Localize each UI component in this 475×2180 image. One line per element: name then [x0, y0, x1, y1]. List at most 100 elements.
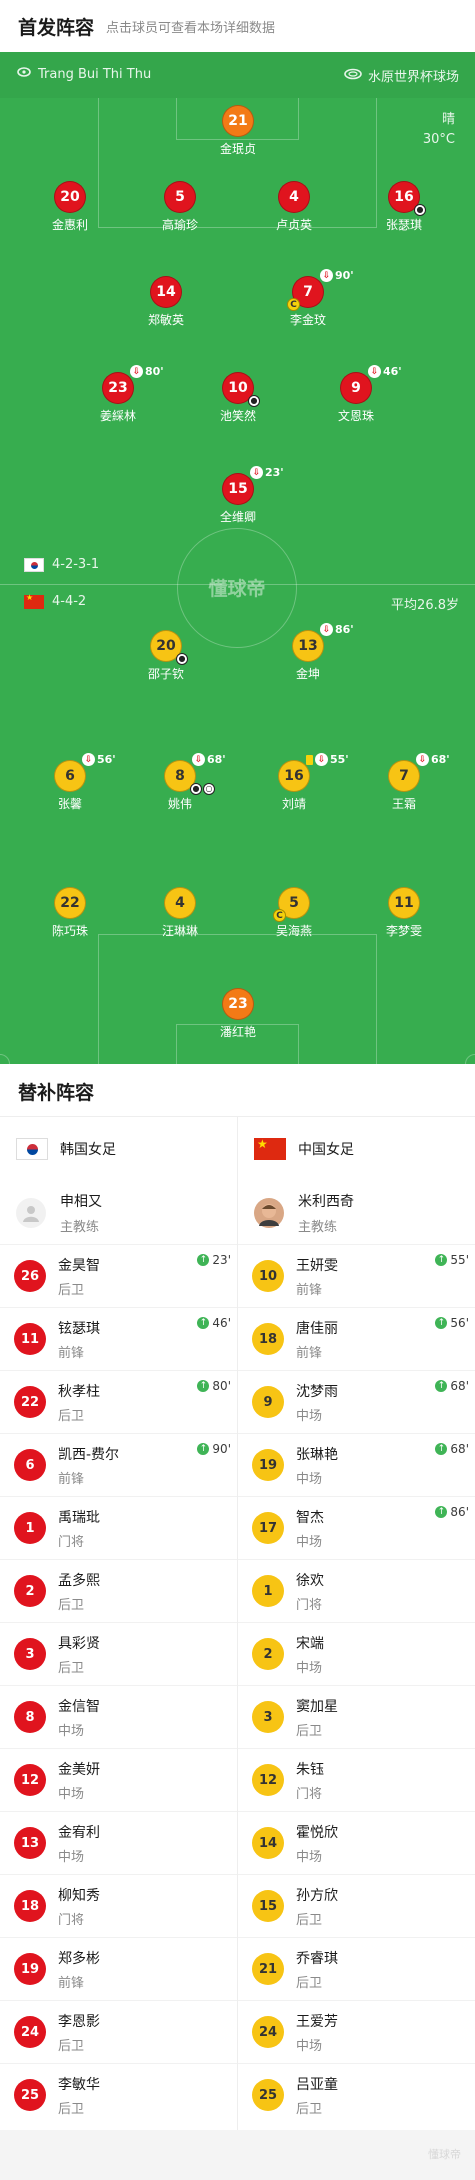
player-position: 中场 [58, 1849, 85, 1865]
away-player[interactable]: 13 ⇩ 86' 金坤 [263, 623, 354, 682]
player-number: 6 ⇩ 56' [54, 753, 116, 792]
player-number-text: 13 [298, 638, 318, 654]
substitute-row[interactable]: 17 智杰 中场 ↑ 86' [238, 1496, 475, 1559]
whistle-icon [16, 66, 32, 82]
away-player[interactable]: 7 ⇩ 68' 王霜 [359, 753, 450, 812]
player-number: 26 [14, 1260, 46, 1292]
player-info: 宋端 中场 [296, 1633, 324, 1676]
substitute-row[interactable]: 12 金美妍 中场 [0, 1748, 237, 1811]
away-player[interactable]: 5 C 吴海燕 [249, 887, 339, 939]
substitute-row[interactable]: 2 宋端 中场 [238, 1622, 475, 1685]
coach-info: 申相又 主教练 [60, 1191, 102, 1235]
player-name: 金坤 [295, 667, 320, 681]
sub-off-indicator: ⇩ 46' [368, 365, 402, 378]
sub-time: 55' [450, 1253, 469, 1267]
away-player[interactable]: 20 ● 邵子钦 [121, 630, 211, 682]
away-player[interactable]: 16 ⇩ 55' 刘靖 [249, 753, 349, 812]
away-coach-row[interactable]: 米利西奇 主教练 [238, 1181, 475, 1244]
substitute-row[interactable]: 19 张琳艳 中场 ↑ 68' [238, 1433, 475, 1496]
assist-ball-icon: ○ [203, 783, 215, 795]
player-number-text: 10 [228, 380, 248, 396]
substitute-row[interactable]: 10 王妍雯 前锋 ↑ 55' [238, 1244, 475, 1307]
substitute-row[interactable]: 9 沈梦雨 中场 ↑ 68' [238, 1370, 475, 1433]
away-sub-list: 10 王妍雯 前锋 ↑ 55' 18 唐佳丽 前锋 ↑ 56' 9 沈梦雨 中场 ↑ 68' 19 张琳艳 中场 ↑… [238, 1244, 475, 2126]
player-info: 李恩影 后卫 [58, 2011, 100, 2054]
player-number: 25 [252, 2079, 284, 2111]
home-player[interactable]: 9 ⇩ 46' 文恩珠 [311, 365, 402, 424]
player-number: 12 [14, 1764, 46, 1796]
home-player[interactable]: 10 ● 池笑然 [193, 372, 283, 424]
captain-icon: C [287, 298, 300, 311]
coach-name: 申相又 [60, 1193, 102, 1210]
substitute-row[interactable]: 13 金宥利 中场 [0, 1811, 237, 1874]
home-player[interactable]: 15 ⇩ 23' 全维卿 [193, 466, 284, 525]
coach-role: 主教练 [60, 1219, 100, 1235]
player-info: 霍悦欣 中场 [296, 1822, 338, 1865]
home-player[interactable]: 16 ● 张瑟琪 [359, 181, 449, 233]
home-coach-row[interactable]: 申相又 主教练 [0, 1181, 237, 1244]
substitute-row[interactable]: 3 窦加星 后卫 [238, 1685, 475, 1748]
sub-on-icon: ↑ [197, 1254, 210, 1266]
sub-off-indicator: ⇩ 86' [320, 623, 354, 636]
player-position: 后卫 [58, 1282, 85, 1298]
player-position: 前锋 [58, 1975, 85, 1991]
substitute-row[interactable]: 26 金昊智 后卫 ↑ 23' [0, 1244, 237, 1307]
coach-name: 米利西奇 [298, 1193, 354, 1210]
away-player[interactable]: 22 陈巧珠 [25, 887, 115, 939]
sub-time: 80' [212, 1379, 231, 1393]
sub-off-icon: ⇩ [130, 365, 143, 378]
home-player[interactable]: 7 C ⇩ 90' 李金玟 [263, 269, 354, 328]
sub-time: 86' [335, 623, 354, 636]
away-player[interactable]: 6 ⇩ 56' 张馨 [25, 753, 116, 812]
substitute-row[interactable]: 25 李敏华 后卫 [0, 2063, 237, 2126]
away-player[interactable]: 11 李梦雯 [359, 887, 449, 939]
substitute-row[interactable]: 1 徐欢 门将 [238, 1559, 475, 1622]
home-player[interactable]: 5 高瑜珍 [135, 181, 225, 233]
substitute-row[interactable]: 15 孙方欣 后卫 [238, 1874, 475, 1937]
player-number: 1 [14, 1512, 46, 1544]
sub-time: 56' [97, 753, 116, 766]
player-number: 21 [252, 1953, 284, 1985]
substitute-row[interactable]: 2 孟多熙 后卫 [0, 1559, 237, 1622]
substitute-row[interactable]: 1 禹瑞玭 门将 [0, 1496, 237, 1559]
substitute-row[interactable]: 6 凯西-费尔 前锋 ↑ 90' [0, 1433, 237, 1496]
away-player[interactable]: 4 汪琳琳 [135, 887, 225, 939]
substitute-row[interactable]: 14 霍悦欣 中场 [238, 1811, 475, 1874]
substitute-row[interactable]: 18 柳知秀 门将 [0, 1874, 237, 1937]
home-team-row: 韩国女足 [0, 1117, 237, 1181]
substitute-row[interactable]: 18 唐佳丽 前锋 ↑ 56' [238, 1307, 475, 1370]
player-number-text: 5 [289, 895, 299, 911]
substitute-row[interactable]: 24 王爱芳 中场 [238, 2000, 475, 2063]
substitute-row[interactable]: 11 铉瑟琪 前锋 ↑ 46' [0, 1307, 237, 1370]
home-player[interactable]: 23 ⇩ 80' 姜綵林 [73, 365, 164, 424]
home-player[interactable]: 14 郑敏英 [121, 276, 211, 328]
player-name: 沈梦雨 [296, 1383, 338, 1400]
player-number: 9 [252, 1386, 284, 1418]
sub-time: 55' [330, 753, 349, 766]
substitute-row[interactable]: 24 李恩影 后卫 [0, 2000, 237, 2063]
player-position: 后卫 [296, 1975, 323, 1991]
home-player[interactable]: 21 金珉贞 [193, 105, 283, 157]
player-info: 沈梦雨 中场 [296, 1381, 338, 1424]
footer-watermark: 懂球帝 [428, 2148, 461, 2161]
player-name: 张馨 [57, 797, 82, 811]
substitute-row[interactable]: 19 郑多彬 前锋 [0, 1937, 237, 2000]
player-name: 吕亚童 [296, 2076, 338, 2093]
home-player[interactable]: 20 金惠利 [25, 181, 115, 233]
substitute-row[interactable]: 3 具彩贤 后卫 [0, 1622, 237, 1685]
player-name: 窦加星 [296, 1698, 338, 1715]
away-player[interactable]: 8 ● ○ ⇩ 68' 姚伟 [135, 753, 226, 812]
substitute-row[interactable]: 22 秋孝柱 后卫 ↑ 80' [0, 1370, 237, 1433]
sub-event: ↑ 90' [197, 1442, 231, 1456]
substitute-row[interactable]: 21 乔睿琪 后卫 [238, 1937, 475, 2000]
player-info: 金信智 中场 [58, 1696, 100, 1739]
substitute-row[interactable]: 25 吕亚童 后卫 [238, 2063, 475, 2126]
sub-event: ↑ 80' [197, 1379, 231, 1393]
sub-off-icon: ⇩ [368, 365, 381, 378]
sub-event: ↑ 68' [435, 1379, 469, 1393]
substitute-row[interactable]: 12 朱钰 门将 [238, 1748, 475, 1811]
home-player[interactable]: 4 卢贞英 [249, 181, 339, 233]
substitute-row[interactable]: 8 金信智 中场 [0, 1685, 237, 1748]
sub-time: 68' [450, 1379, 469, 1393]
away-player[interactable]: 23 潘红艳 [193, 988, 283, 1040]
